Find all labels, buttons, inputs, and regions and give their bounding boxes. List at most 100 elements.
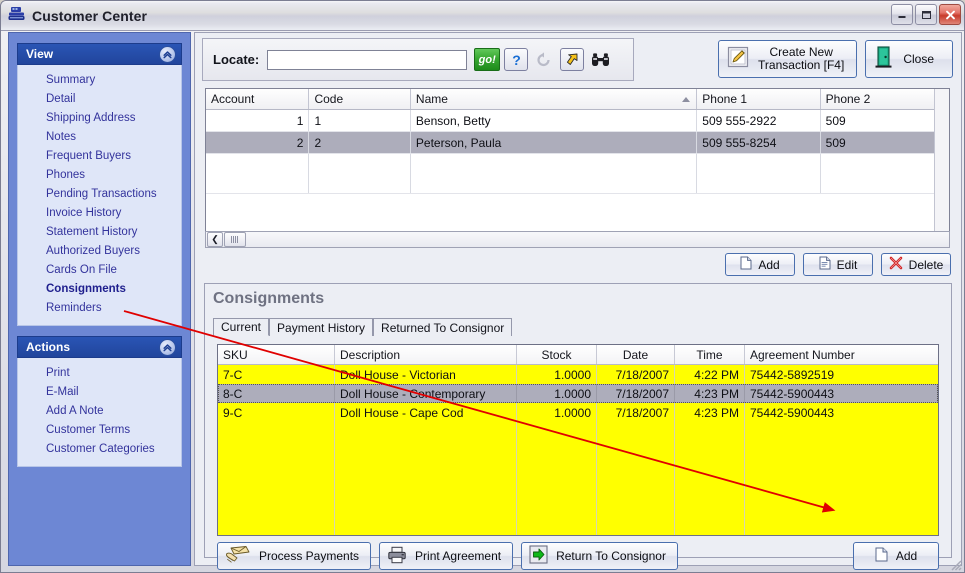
- consignments-action-buttons: Process Payments Print Agreement Return …: [217, 542, 678, 570]
- cell-sku: 9-C: [218, 403, 335, 422]
- table-row[interactable]: 9-C Doll House - Cape Cod 1.0000 7/18/20…: [218, 403, 938, 422]
- chevron-up-icon[interactable]: [159, 46, 176, 63]
- tab-current[interactable]: Current: [213, 318, 270, 336]
- column-header-sku[interactable]: SKU: [218, 345, 335, 364]
- column-header-name[interactable]: Name: [411, 89, 698, 109]
- tab-payment-history[interactable]: Payment History: [269, 318, 374, 336]
- process-payments-button[interactable]: Process Payments: [217, 542, 372, 570]
- close-window-label: Close: [903, 51, 934, 66]
- consignments-grid-empty-area: [218, 422, 938, 535]
- process-payments-label: Process Payments: [259, 549, 360, 563]
- yellow-arrow-icon[interactable]: [560, 48, 585, 71]
- column-header-date[interactable]: Date: [597, 345, 675, 364]
- column-header-time[interactable]: Time: [675, 345, 745, 364]
- main-panel: Locate: go! ? Create New Transaction [F4…: [194, 32, 962, 570]
- view-panel-title: View: [26, 47, 54, 61]
- add-consignment-button[interactable]: Add: [853, 542, 939, 570]
- sidebar-item-authorized-buyers[interactable]: Authorized Buyers: [18, 242, 181, 261]
- create-new-transaction-button[interactable]: Create New Transaction [F4]: [718, 40, 858, 78]
- sidebar-item-customer-categories[interactable]: Customer Categories: [18, 440, 181, 459]
- table-row[interactable]: 1 1 Benson, Betty 509 555-2922 509: [206, 110, 949, 132]
- empty-column-description: [335, 422, 517, 535]
- sidebar: View Summary Detail Shipping Address Not…: [8, 32, 191, 566]
- sidebar-item-notes[interactable]: Notes: [18, 128, 181, 147]
- add-customer-button[interactable]: Add: [725, 253, 795, 276]
- column-header-agreement-number[interactable]: Agreement Number: [745, 345, 938, 364]
- table-row-empty: [206, 154, 949, 194]
- column-header-phone1[interactable]: Phone 1: [697, 89, 821, 109]
- sidebar-item-frequent-buyers[interactable]: Frequent Buyers: [18, 147, 181, 166]
- close-button[interactable]: [939, 4, 961, 25]
- empty-column-stock: [517, 422, 597, 535]
- create-new-transaction-label: Create New Transaction [F4]: [758, 45, 845, 72]
- sidebar-item-pending-transactions[interactable]: Pending Transactions: [18, 185, 181, 204]
- consignments-panel: Consignments Current Payment History Ret…: [204, 283, 952, 570]
- edit-customer-label: Edit: [836, 257, 858, 272]
- delete-customer-button[interactable]: Delete: [881, 253, 951, 276]
- table-row[interactable]: 8-C Doll House - Contemporary 1.0000 7/1…: [218, 384, 938, 403]
- cell-sku: 7-C: [218, 365, 335, 384]
- customer-center-window: Customer Center View Summary Detail Ship…: [0, 0, 965, 573]
- sidebar-item-consignments[interactable]: Consignments: [18, 280, 181, 299]
- scroll-left-arrow-icon[interactable]: ❮: [207, 232, 223, 247]
- customer-grid[interactable]: Account Code Name Phone 1 Phone 2 1 1 Be…: [205, 88, 950, 248]
- cell-stock: 1.0000: [517, 403, 597, 422]
- table-row[interactable]: 7-C Doll House - Victorian 1.0000 7/18/2…: [218, 365, 938, 384]
- maximize-button[interactable]: [915, 4, 937, 25]
- binoculars-icon[interactable]: [588, 48, 612, 71]
- customer-grid-buttons: Add Edit Delete: [725, 253, 951, 276]
- sort-ascending-icon: [682, 97, 691, 102]
- minimize-button[interactable]: [891, 4, 913, 25]
- return-to-consignor-button[interactable]: Return To Consignor: [521, 542, 678, 570]
- go-button[interactable]: go!: [474, 48, 501, 71]
- question-mark-icon[interactable]: ?: [504, 48, 529, 71]
- scrollbar-thumb[interactable]: [224, 232, 246, 247]
- sidebar-item-reminders[interactable]: Reminders: [18, 299, 181, 318]
- empty-column-time: [675, 422, 745, 535]
- actions-panel-body: Print E-Mail Add A Note Customer Terms C…: [17, 358, 182, 467]
- sidebar-item-customer-terms[interactable]: Customer Terms: [18, 421, 181, 440]
- sidebar-item-add-a-note[interactable]: Add A Note: [18, 402, 181, 421]
- locate-label: Locate:: [213, 52, 260, 67]
- column-header-code[interactable]: Code: [309, 89, 411, 109]
- cell-empty: [206, 154, 310, 193]
- cell-empty: [697, 154, 821, 193]
- refresh-arrow-icon[interactable]: [532, 48, 556, 71]
- cell-code: 2: [309, 132, 411, 153]
- consignments-grid[interactable]: SKU Description Stock Date Time Agreemen…: [217, 344, 939, 536]
- column-header-account[interactable]: Account: [206, 89, 310, 109]
- print-agreement-button[interactable]: Print Agreement: [379, 542, 514, 570]
- sidebar-item-cards-on-file[interactable]: Cards On File: [18, 261, 181, 280]
- edit-document-icon: [819, 256, 831, 273]
- sidebar-item-print[interactable]: Print: [18, 364, 181, 383]
- locate-input[interactable]: [267, 49, 468, 70]
- tab-returned-to-consignor[interactable]: Returned To Consignor: [373, 318, 513, 336]
- svg-text:?: ?: [512, 52, 521, 68]
- column-header-description[interactable]: Description: [335, 345, 517, 364]
- new-document-icon: [875, 547, 888, 565]
- consignments-title: Consignments: [213, 290, 325, 307]
- column-header-phone2[interactable]: Phone 2: [821, 89, 939, 109]
- sidebar-item-statement-history[interactable]: Statement History: [18, 223, 181, 242]
- sidebar-item-phones[interactable]: Phones: [18, 166, 181, 185]
- sidebar-item-shipping-address[interactable]: Shipping Address: [18, 109, 181, 128]
- sidebar-item-invoice-history[interactable]: Invoice History: [18, 204, 181, 223]
- cell-account: 1: [206, 110, 310, 131]
- resize-gripper-icon[interactable]: [948, 557, 962, 571]
- cell-date: 7/18/2007: [597, 384, 675, 403]
- table-row[interactable]: 2 2 Peterson, Paula 509 555-8254 509: [206, 132, 949, 154]
- column-header-stock[interactable]: Stock: [517, 345, 597, 364]
- cell-name: Benson, Betty: [411, 110, 698, 131]
- chevron-up-icon[interactable]: [159, 339, 176, 356]
- close-window-button[interactable]: Close: [865, 40, 953, 78]
- customer-grid-vertical-scrollbar[interactable]: ❯: [934, 89, 949, 247]
- cell-date: 7/18/2007: [597, 365, 675, 384]
- sidebar-item-summary[interactable]: Summary: [18, 71, 181, 90]
- delete-customer-label: Delete: [908, 257, 944, 272]
- edit-customer-button[interactable]: Edit: [803, 253, 873, 276]
- sidebar-item-email[interactable]: E-Mail: [18, 383, 181, 402]
- sidebar-item-detail[interactable]: Detail: [18, 90, 181, 109]
- top-right-buttons: Create New Transaction [F4] Close: [718, 40, 953, 78]
- customer-grid-horizontal-scrollbar[interactable]: ❮: [205, 231, 950, 248]
- cell-empty: [821, 154, 939, 193]
